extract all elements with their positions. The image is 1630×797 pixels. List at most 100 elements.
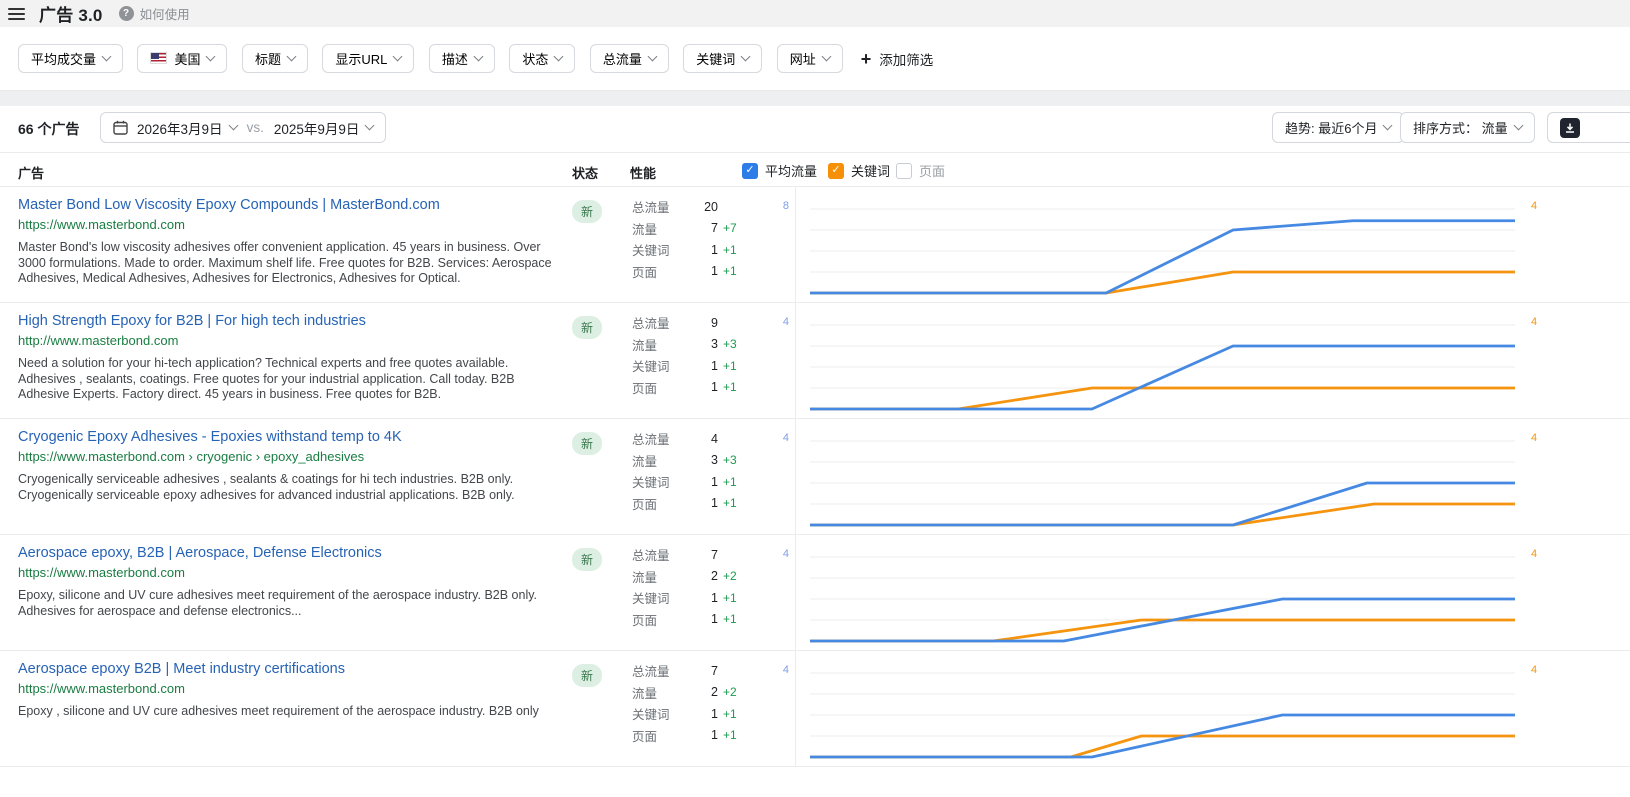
filter-chip[interactable]: 平均成交量 <box>18 44 123 73</box>
metric-label: 总流量 <box>632 661 686 680</box>
ad-display-url: http://www.masterbond.com <box>18 332 563 350</box>
filter-chip[interactable]: 状态 <box>509 44 575 73</box>
metric-pages: 页面 1 +1 <box>632 725 792 747</box>
ad-display-url: https://www.masterbond.com <box>18 564 563 582</box>
status-badge: 新 <box>572 316 602 339</box>
trend-chart-cell: 8 4 <box>795 199 1535 299</box>
filter-chip-label: 描述 <box>442 49 468 68</box>
ad-title-link[interactable]: Cryogenic Epoxy Adhesives - Epoxies with… <box>18 427 563 447</box>
metric-label: 关键词 <box>632 704 686 723</box>
filter-chip-label: 显示URL <box>335 49 387 68</box>
status-cell: 新 <box>572 200 602 223</box>
metric-value: 9 <box>686 316 718 330</box>
metric-delta: +1 <box>723 264 737 278</box>
traffic-trend-chart[interactable] <box>810 315 1515 413</box>
metric-value: 1 <box>686 264 718 278</box>
right-axis-max: 4 <box>1531 664 1537 676</box>
chevron-down-icon <box>554 52 564 62</box>
ad-row: Cryogenic Epoxy Adhesives - Epoxies with… <box>0 418 1630 534</box>
menu-icon[interactable] <box>8 8 25 20</box>
trend-chart-cell: 4 4 <box>795 315 1535 415</box>
metric-traffic: 流量 3 +3 <box>632 450 792 472</box>
filter-chip[interactable]: 美国 <box>137 44 227 73</box>
ad-title-link[interactable]: High Strength Epoxy for B2B | For high t… <box>18 311 563 331</box>
metric-label: 关键词 <box>632 356 686 375</box>
left-axis-max: 4 <box>763 548 789 560</box>
filter-chip[interactable]: 网址 <box>777 44 843 73</box>
metric-pages: 页面 1 +1 <box>632 609 792 631</box>
ad-title-link[interactable]: Master Bond Low Viscosity Epoxy Compound… <box>18 195 563 215</box>
traffic-trend-chart[interactable] <box>810 547 1515 645</box>
toggle-pages[interactable]: 页面 <box>896 161 945 180</box>
toggle-avg-traffic[interactable]: ✓ 平均流量 <box>742 161 817 180</box>
add-filter-button[interactable]: + 添加筛选 <box>861 49 934 69</box>
add-filter-label: 添加筛选 <box>879 49 933 69</box>
filter-chip[interactable]: 显示URL <box>322 44 414 73</box>
left-axis-max: 4 <box>763 432 789 444</box>
filter-chip[interactable]: 关键词 <box>683 44 762 73</box>
ad-description: Epoxy, silicone and UV cure adhesives me… <box>18 588 563 619</box>
metric-label: 页面 <box>632 726 686 745</box>
ad-title-link[interactable]: Aerospace epoxy, B2B | Aerospace, Defens… <box>18 543 563 563</box>
chevron-down-icon <box>365 121 375 131</box>
metric-pages: 页面 1 +1 <box>632 377 792 399</box>
checkbox-checked-icon: ✓ <box>828 163 844 179</box>
filter-chip[interactable]: 描述 <box>429 44 495 73</box>
filter-chip[interactable]: 标题 <box>242 44 308 73</box>
date-primary[interactable]: 2026年3月9日 <box>137 118 223 138</box>
toggle-label: 平均流量 <box>765 161 817 180</box>
right-axis-max: 4 <box>1531 316 1537 328</box>
top-bar: 广告 3.0 ? 如何使用 <box>0 0 1630 27</box>
status-cell: 新 <box>572 432 602 455</box>
metric-label: 关键词 <box>632 240 686 259</box>
status-badge: 新 <box>572 548 602 571</box>
left-axis-max: 8 <box>763 200 789 212</box>
traffic-trend-chart[interactable] <box>810 431 1515 529</box>
page-title: 广告 3.0 <box>39 1 103 26</box>
chevron-down-icon <box>473 52 483 62</box>
metric-delta: +2 <box>723 569 737 583</box>
section-divider <box>0 91 1630 106</box>
column-header-ad: 广告 <box>18 163 44 182</box>
metric-value: 2 <box>686 685 718 699</box>
trend-range-button[interactable]: 趋势: 最近6个月 <box>1272 112 1404 143</box>
traffic-trend-chart[interactable] <box>810 199 1515 297</box>
left-axis-max: 4 <box>763 664 789 676</box>
metric-label: 页面 <box>632 378 686 397</box>
metric-label: 页面 <box>632 610 686 629</box>
table-header: 广告 状态 性能 ✓ 平均流量 ✓ 关键词 页面 <box>0 152 1630 186</box>
ad-display-url: https://www.masterbond.com <box>18 216 563 234</box>
metric-delta: +7 <box>723 221 737 235</box>
metric-value: 3 <box>686 337 718 351</box>
status-badge: 新 <box>572 664 602 687</box>
metric-keywords: 关键词 1 +1 <box>632 355 792 377</box>
ad-title-link[interactable]: Aerospace epoxy B2B | Meet industry cert… <box>18 659 563 679</box>
metric-delta: +1 <box>723 475 737 489</box>
filter-chip[interactable]: 总流量 <box>590 44 669 73</box>
ads-3.0-page: 广告 3.0 ? 如何使用 平均成交量 美国 标题 显示URL 描述 状态 <box>0 0 1630 797</box>
date-range-picker[interactable]: 2026年3月9日 vs. 2025年9月9日 <box>100 112 386 143</box>
how-to-use-link[interactable]: ? 如何使用 <box>119 4 190 23</box>
traffic-trend-chart[interactable] <box>810 663 1515 761</box>
ad-copy: Master Bond Low Viscosity Epoxy Compound… <box>18 195 563 287</box>
metric-delta: +3 <box>723 453 737 467</box>
date-compare[interactable]: 2025年9月9日 <box>274 118 360 138</box>
ads-count: 66 个广告 <box>18 119 79 139</box>
export-icon <box>1560 118 1580 138</box>
metric-value: 1 <box>686 243 718 257</box>
help-label: 如何使用 <box>140 4 190 23</box>
list-end-divider <box>0 766 1630 767</box>
toggle-keywords[interactable]: ✓ 关键词 <box>828 161 890 180</box>
metric-label: 流量 <box>632 335 686 354</box>
trend-label: 趋势: 最近6个月 <box>1285 118 1377 137</box>
trend-chart-cell: 4 4 <box>795 547 1535 647</box>
vs-label: vs. <box>247 120 264 135</box>
metric-value: 1 <box>686 707 718 721</box>
metric-label: 页面 <box>632 494 686 513</box>
metric-delta: +1 <box>723 243 737 257</box>
ad-row: High Strength Epoxy for B2B | For high t… <box>0 302 1630 418</box>
sort-by-button[interactable]: 排序方式： 流量 <box>1400 112 1535 143</box>
export-button[interactable] <box>1547 112 1630 143</box>
metric-value: 7 <box>686 664 718 678</box>
metric-label: 流量 <box>632 451 686 470</box>
